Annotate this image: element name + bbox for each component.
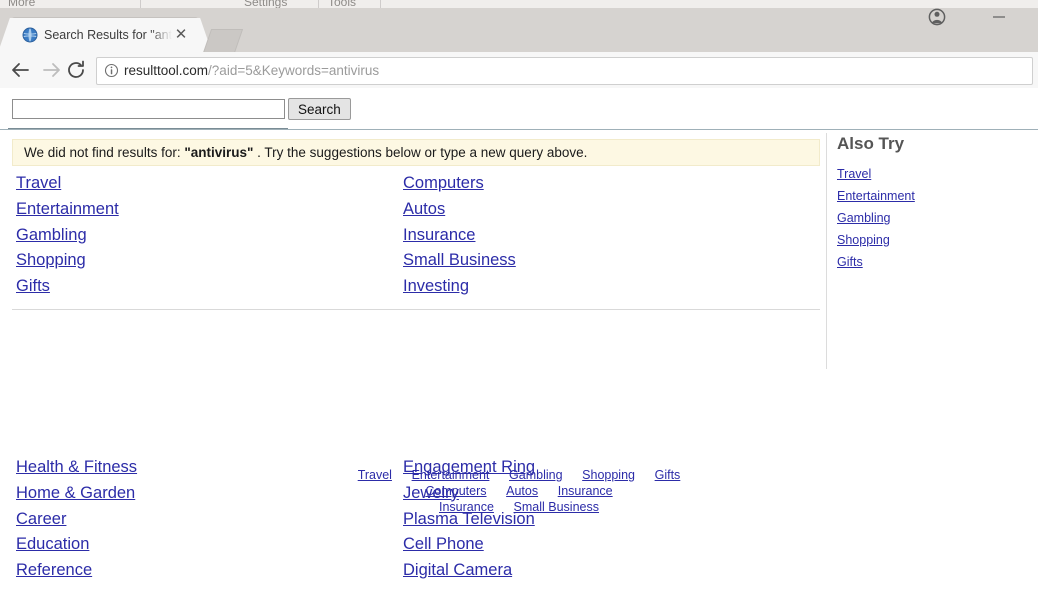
url-text: resulttool.com/?aid=5&Keywords=antivirus [124,62,379,80]
footer-link[interactable]: Computers [425,483,486,499]
suggestion-link[interactable]: Small Business [403,248,516,274]
footer-row: Insurance Small Business [0,499,1038,515]
also-try-link[interactable]: Shopping [837,229,1026,251]
suggestion-group-1: Travel Entertainment Gambling Shopping G… [0,171,824,305]
back-button[interactable] [8,58,32,82]
search-bar-row: Search [0,89,1038,129]
maximize-button[interactable] [1030,4,1038,30]
footer-link[interactable]: Insurance [439,499,494,515]
address-bar[interactable]: resulttool.com/?aid=5&Keywords=antivirus [96,57,1033,85]
search-button[interactable]: Search [288,98,351,120]
suggestion-link[interactable]: Travel [16,171,119,197]
suggestion-link[interactable]: Cell Phone [403,532,535,558]
suggestion-link[interactable]: Education [16,532,137,558]
ghost-divider-1 [140,0,141,8]
globe-favicon-icon [22,27,38,43]
minimize-button[interactable] [984,4,1014,30]
new-tab-button[interactable] [204,30,242,52]
also-try-title: Also Try [837,133,1026,155]
browser-tab[interactable]: Search Results for "antivirus" ✕ [12,18,198,52]
site-info-icon[interactable] [104,63,119,78]
ghost-divider-3 [380,0,381,8]
suggestion-link[interactable]: Shopping [16,248,119,274]
footer-link[interactable]: Insurance [558,483,613,499]
also-try-panel: Also Try Travel Entertainment Gambling S… [826,133,1026,369]
search-input[interactable] [12,99,285,119]
also-try-link[interactable]: Gambling [837,207,1026,229]
ghost-divider-2 [318,0,319,8]
ghost-menu-tools: Tools [328,0,356,8]
footer-links: Travel Entertainment Gambling Shopping G… [0,467,1038,515]
suggestion-link[interactable]: Digital Camera [403,558,535,584]
group-divider [12,309,820,310]
also-try-link[interactable]: Travel [837,163,1026,185]
footer-row: Travel Entertainment Gambling Shopping G… [0,467,1038,483]
browser-toolbar: resulttool.com/?aid=5&Keywords=antivirus [0,52,1038,88]
footer-link[interactable]: Small Business [514,499,599,515]
suggestion-link[interactable]: Entertainment [16,197,119,223]
footer-link[interactable]: Shopping [582,467,635,483]
banner-prefix: We did not find results for: [24,145,184,160]
ghost-menu-settings: Settings [244,0,287,8]
suggestion-group-1-column-right: Computers Autos Insurance Small Business… [403,171,516,300]
suggestion-link[interactable]: Insurance [403,223,516,249]
url-path: /?aid=5&Keywords=antivirus [208,63,379,78]
profile-avatar-icon[interactable] [922,4,952,30]
footer-link[interactable]: Travel [358,467,392,483]
suggestion-link[interactable]: Reference [16,558,137,584]
suggestion-link[interactable]: Gifts [16,274,119,300]
close-icon[interactable]: ✕ [172,26,190,44]
page-content: Search We did not find results for: "ant… [0,89,1038,521]
footer-link[interactable]: Gambling [509,467,563,483]
suggestion-link[interactable]: Gambling [16,223,119,249]
footer-row: Computers Autos Insurance [0,483,1038,499]
no-results-banner: We did not find results for: "antivirus"… [12,139,820,166]
forward-button[interactable] [40,58,64,82]
suggestion-group-1-column-left: Travel Entertainment Gambling Shopping G… [16,171,119,300]
browser-chrome: More Settings Tools Search Results for "… [0,0,1038,88]
tab-title: Search Results for "antivirus" [44,26,172,44]
suggestion-link[interactable]: Autos [403,197,516,223]
footer-link[interactable]: Entertainment [412,467,490,483]
reload-button[interactable] [64,58,88,82]
suggestion-link[interactable]: Investing [403,274,516,300]
also-try-link[interactable]: Gifts [837,251,1026,273]
suggestion-link[interactable]: Computers [403,171,516,197]
suggestion-groups: Travel Entertainment Gambling Shopping G… [0,171,824,589]
header-rule [0,129,1038,130]
tab-strip: Search Results for "antivirus" ✕ [0,8,1038,52]
ghost-menu-more: More [8,0,35,8]
footer-link[interactable]: Autos [506,483,538,499]
footer-link[interactable]: Gifts [655,467,681,483]
also-try-link[interactable]: Entertainment [837,185,1026,207]
url-host: resulttool.com [124,63,208,78]
banner-query: "antivirus" [184,145,253,160]
banner-suffix: . Try the suggestions below or type a ne… [253,145,587,160]
